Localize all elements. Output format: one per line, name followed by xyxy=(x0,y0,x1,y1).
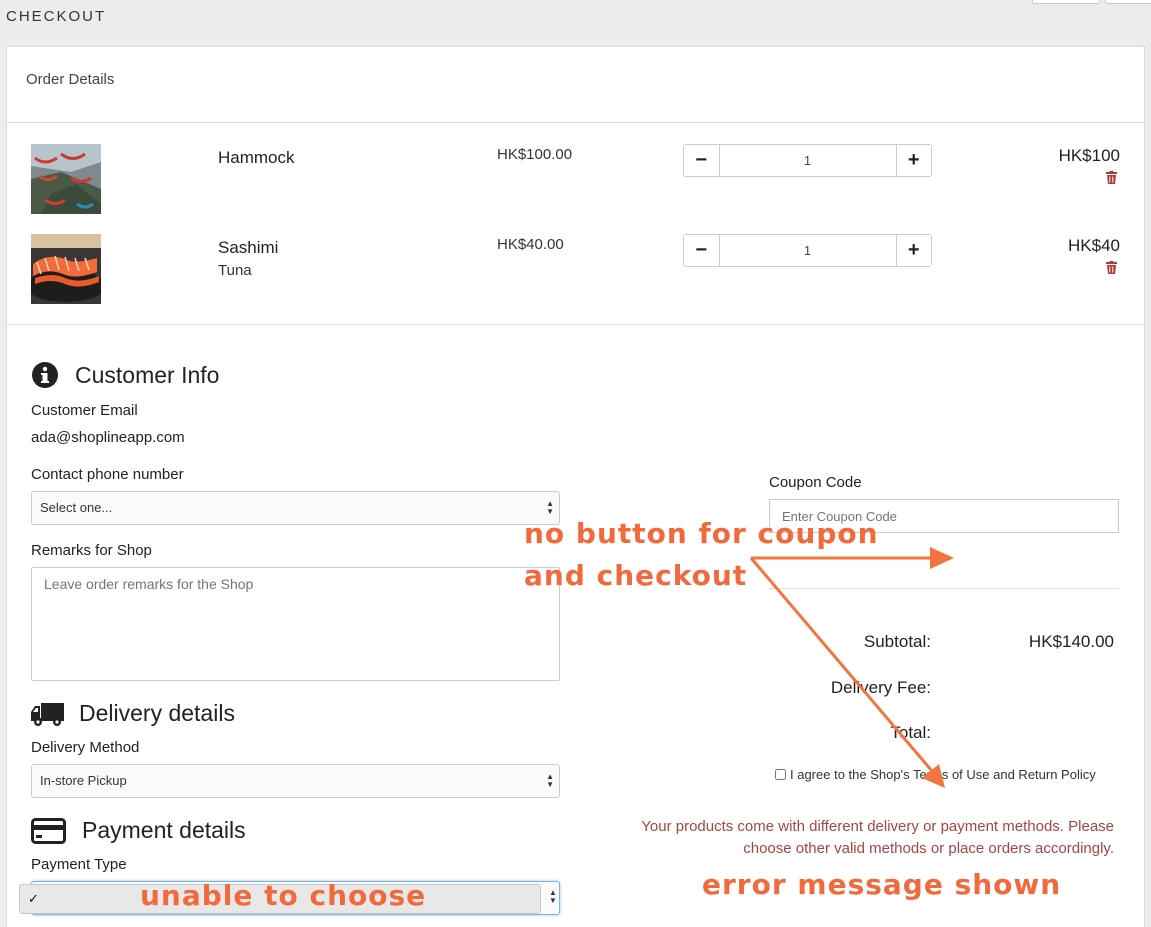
item-variant: Tuna xyxy=(218,262,252,279)
total-label: Total: xyxy=(890,723,931,742)
quantity-stepper: − + xyxy=(683,234,932,267)
item-total: HK$100 xyxy=(1058,146,1120,165)
item-total: HK$40 xyxy=(1068,236,1120,255)
error-message: Your products come with different delive… xyxy=(567,816,1114,860)
payment-type-label: Payment Type xyxy=(31,856,127,873)
increase-quantity-button[interactable]: + xyxy=(895,145,931,176)
item-name: Sashimi xyxy=(218,238,279,257)
quantity-input[interactable] xyxy=(719,235,896,266)
terms-agreement[interactable]: I agree to the Shop's Terms of Use and R… xyxy=(775,767,1096,782)
remarks-label: Remarks for Shop xyxy=(31,542,152,559)
checkout-panel: Order Details Hammock HK$100.00 − + HK xyxy=(6,46,1145,927)
annotation-line: no button for coupon xyxy=(524,517,879,550)
select-value: Select one... xyxy=(40,500,113,515)
annotation-error-shown: error message shown xyxy=(702,868,1062,901)
section-title: Delivery details xyxy=(79,700,235,726)
customer-email-label: Customer Email xyxy=(31,402,138,419)
select-arrows-icon: ▲ ▼ xyxy=(546,772,554,789)
section-title: Payment details xyxy=(82,817,246,843)
trash-icon[interactable] xyxy=(1106,261,1117,279)
error-line: Your products come with different delive… xyxy=(641,818,1114,835)
customer-email-value: ada@shoplineapp.com xyxy=(31,429,185,446)
customer-info-heading: Customer Info xyxy=(31,361,219,389)
delivery-fee-label: Delivery Fee: xyxy=(830,678,931,697)
subtotal-value: HK$140.00 xyxy=(1028,632,1114,651)
checkmark-icon: ✓ xyxy=(28,891,39,906)
sashimi-thumbnail xyxy=(31,234,101,304)
decrease-quantity-button[interactable]: − xyxy=(684,235,720,266)
hammock-thumbnail xyxy=(31,144,101,214)
divider xyxy=(7,324,1144,325)
item-name: Hammock xyxy=(218,148,295,167)
truck-icon xyxy=(31,701,64,727)
contact-phone-select[interactable]: Select one... ▲ ▼ xyxy=(31,491,560,525)
select-value: In-store Pickup xyxy=(40,773,127,788)
remarks-textarea[interactable] xyxy=(31,567,560,681)
increase-quantity-button[interactable]: + xyxy=(895,235,931,266)
annotation-unable-to-choose: unable to choose xyxy=(140,879,427,912)
annotation-no-button: no button for coupon and checkout xyxy=(524,513,879,597)
info-icon xyxy=(31,361,59,389)
top-button-2[interactable] xyxy=(1105,0,1151,4)
coupon-code-label: Coupon Code xyxy=(769,474,862,491)
terms-text: I agree to the Shop's Terms of Use and R… xyxy=(790,767,1096,782)
top-button-1[interactable] xyxy=(1032,0,1100,4)
payment-details-heading: Payment details xyxy=(31,817,246,844)
quantity-stepper: − + xyxy=(683,144,932,177)
item-price: HK$100.00 xyxy=(497,146,573,163)
contact-phone-label: Contact phone number xyxy=(31,466,184,483)
terms-checkbox[interactable] xyxy=(775,769,786,780)
cart-item: Hammock HK$100.00 − + HK$100 xyxy=(7,144,1144,216)
cart-item: Sashimi Tuna HK$40.00 − + HK$40 xyxy=(7,234,1144,306)
annotation-line: and checkout xyxy=(524,559,748,592)
order-details-header: Order Details xyxy=(7,47,1144,123)
quantity-input[interactable] xyxy=(719,145,896,176)
delivery-method-select[interactable]: In-store Pickup ▲ ▼ xyxy=(31,764,560,798)
section-title: Customer Info xyxy=(75,361,220,388)
delivery-details-heading: Delivery details xyxy=(31,700,235,727)
trash-icon[interactable] xyxy=(1106,171,1117,189)
item-price: HK$40.00 xyxy=(497,236,564,253)
credit-card-icon xyxy=(31,817,66,844)
decrease-quantity-button[interactable]: − xyxy=(684,145,720,176)
delivery-method-label: Delivery Method xyxy=(31,739,140,756)
subtotal-label: Subtotal: xyxy=(863,632,931,651)
select-arrows-icon: ▲ ▼ xyxy=(549,888,557,905)
page-title: CHECKOUT xyxy=(6,8,107,25)
error-line: choose other valid methods or place orde… xyxy=(743,840,1114,857)
